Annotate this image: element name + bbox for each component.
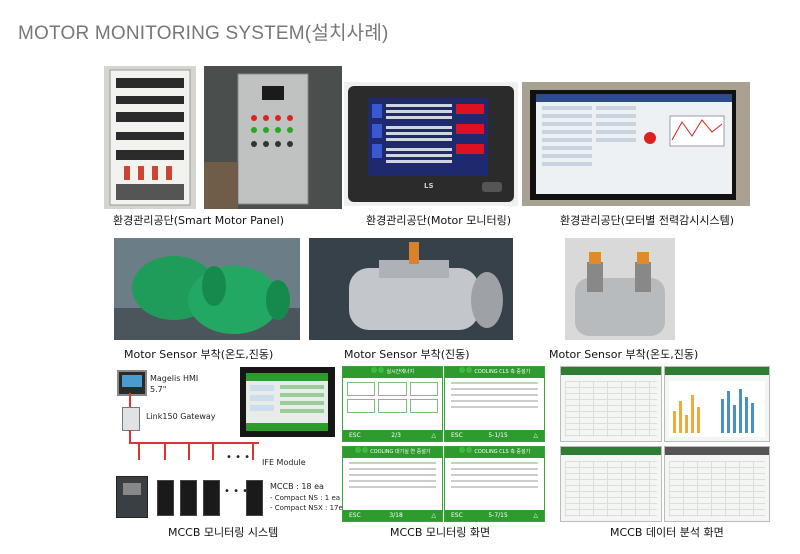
hmi-device-photo (240, 367, 335, 437)
screen-4-title: COOLING CLS 측 중설기 (474, 449, 531, 455)
motor-temp-vibration-sensor-photo (565, 238, 675, 340)
power-monitoring-display-photo (522, 82, 750, 206)
caption-mccb-analysis: MCCB 데이터 분석 화면 (610, 526, 724, 539)
screen-2-title: COOLING CLS 측 중설기 (474, 369, 531, 375)
mccb-screen-2: COOLING CLS 측 중설기 ESC 5-1/15 △ (444, 366, 545, 442)
caption-sensor-temp-vib-1: Motor Sensor 부착(온도,진동) (124, 348, 274, 361)
hmi-label: Magelis HMI (150, 374, 199, 383)
analysis-sheet-1 (560, 366, 662, 442)
screen-4-esc[interactable]: ESC (451, 510, 463, 521)
ellipsis-dots: • • • (224, 486, 249, 497)
ls-brand-logo: LS (424, 182, 434, 190)
screen-3-esc[interactable]: ESC (349, 510, 361, 521)
analysis-chart-sheet (664, 366, 770, 442)
mccb-breaker (180, 480, 197, 516)
link150-gateway-icon (122, 407, 140, 431)
mccb-screen-1: 실시간에너지 ESC 2/3 △ (342, 366, 443, 442)
screen-3-page: 3/18 (389, 512, 403, 519)
caption-sensor-temp-vib-2: Motor Sensor 부착(온도,진동) (549, 348, 699, 361)
mccb-breaker (203, 480, 220, 516)
mccb-screen-4: COOLING CLS 측 중설기 ESC 5-7/15 △ (444, 446, 545, 522)
analysis-sheet-2 (560, 446, 662, 522)
page-title: MOTOR MONITORING SYSTEM(설치사례) (18, 23, 389, 44)
screen-1-title: 실시간에너지 (386, 369, 415, 375)
caption-mccb-system: MCCB 모니터링 시스템 (168, 526, 279, 539)
caption-motor-monitoring: 환경관리공단(Motor 모니터링) (366, 214, 512, 227)
smart-motor-panel-photo (104, 66, 196, 209)
caption-mccb-screen: MCCB 모니터링 화면 (390, 526, 491, 539)
hmi-size: 5.7" (150, 385, 167, 394)
motor-monitoring-touch-panel-photo: LS (344, 82, 518, 206)
screen-4-page: 5-7/15 (488, 512, 508, 519)
mccb-breaker (246, 480, 263, 516)
mccb-breaker (157, 480, 174, 516)
motor-panel-cabinet-photo (204, 66, 342, 209)
analysis-sheet-3 (664, 446, 770, 522)
screen-2-page: 5-1/15 (488, 432, 508, 439)
screen-3-title: COOLING 대기실 연 중설기 (370, 449, 431, 455)
gateway-label: Link150 Gateway (146, 412, 216, 421)
caption-sensor-vib: Motor Sensor 부착(진동) (344, 348, 470, 361)
motor-vibration-sensor-photo (309, 238, 513, 340)
mccb-count: MCCB : 18 ea (270, 482, 324, 491)
screen-1-esc[interactable]: ESC (349, 430, 361, 441)
ife-module-label: IFE Module (262, 458, 306, 467)
mccb-nsx-count: - Compact NSX : 17ea (270, 504, 348, 512)
mccb-screen-3: COOLING 대기실 연 중설기 ESC 3/18 △ (342, 446, 443, 522)
caption-power-monitoring: 환경관리공단(모터별 전력감시시스템) (560, 214, 734, 227)
mccb-ns-count: - Compact NS : 1 ea (270, 494, 341, 502)
ellipsis-dots: • • • (226, 452, 251, 463)
green-motors-sensor-photo (114, 238, 300, 340)
compact-ns-breaker (116, 476, 148, 518)
screen-1-page: 2/3 (391, 432, 401, 439)
screen-2-esc[interactable]: ESC (451, 430, 463, 441)
caption-smart-motor-panel: 환경관리공단(Smart Motor Panel) (113, 214, 285, 227)
magelis-hmi-icon (117, 370, 147, 396)
